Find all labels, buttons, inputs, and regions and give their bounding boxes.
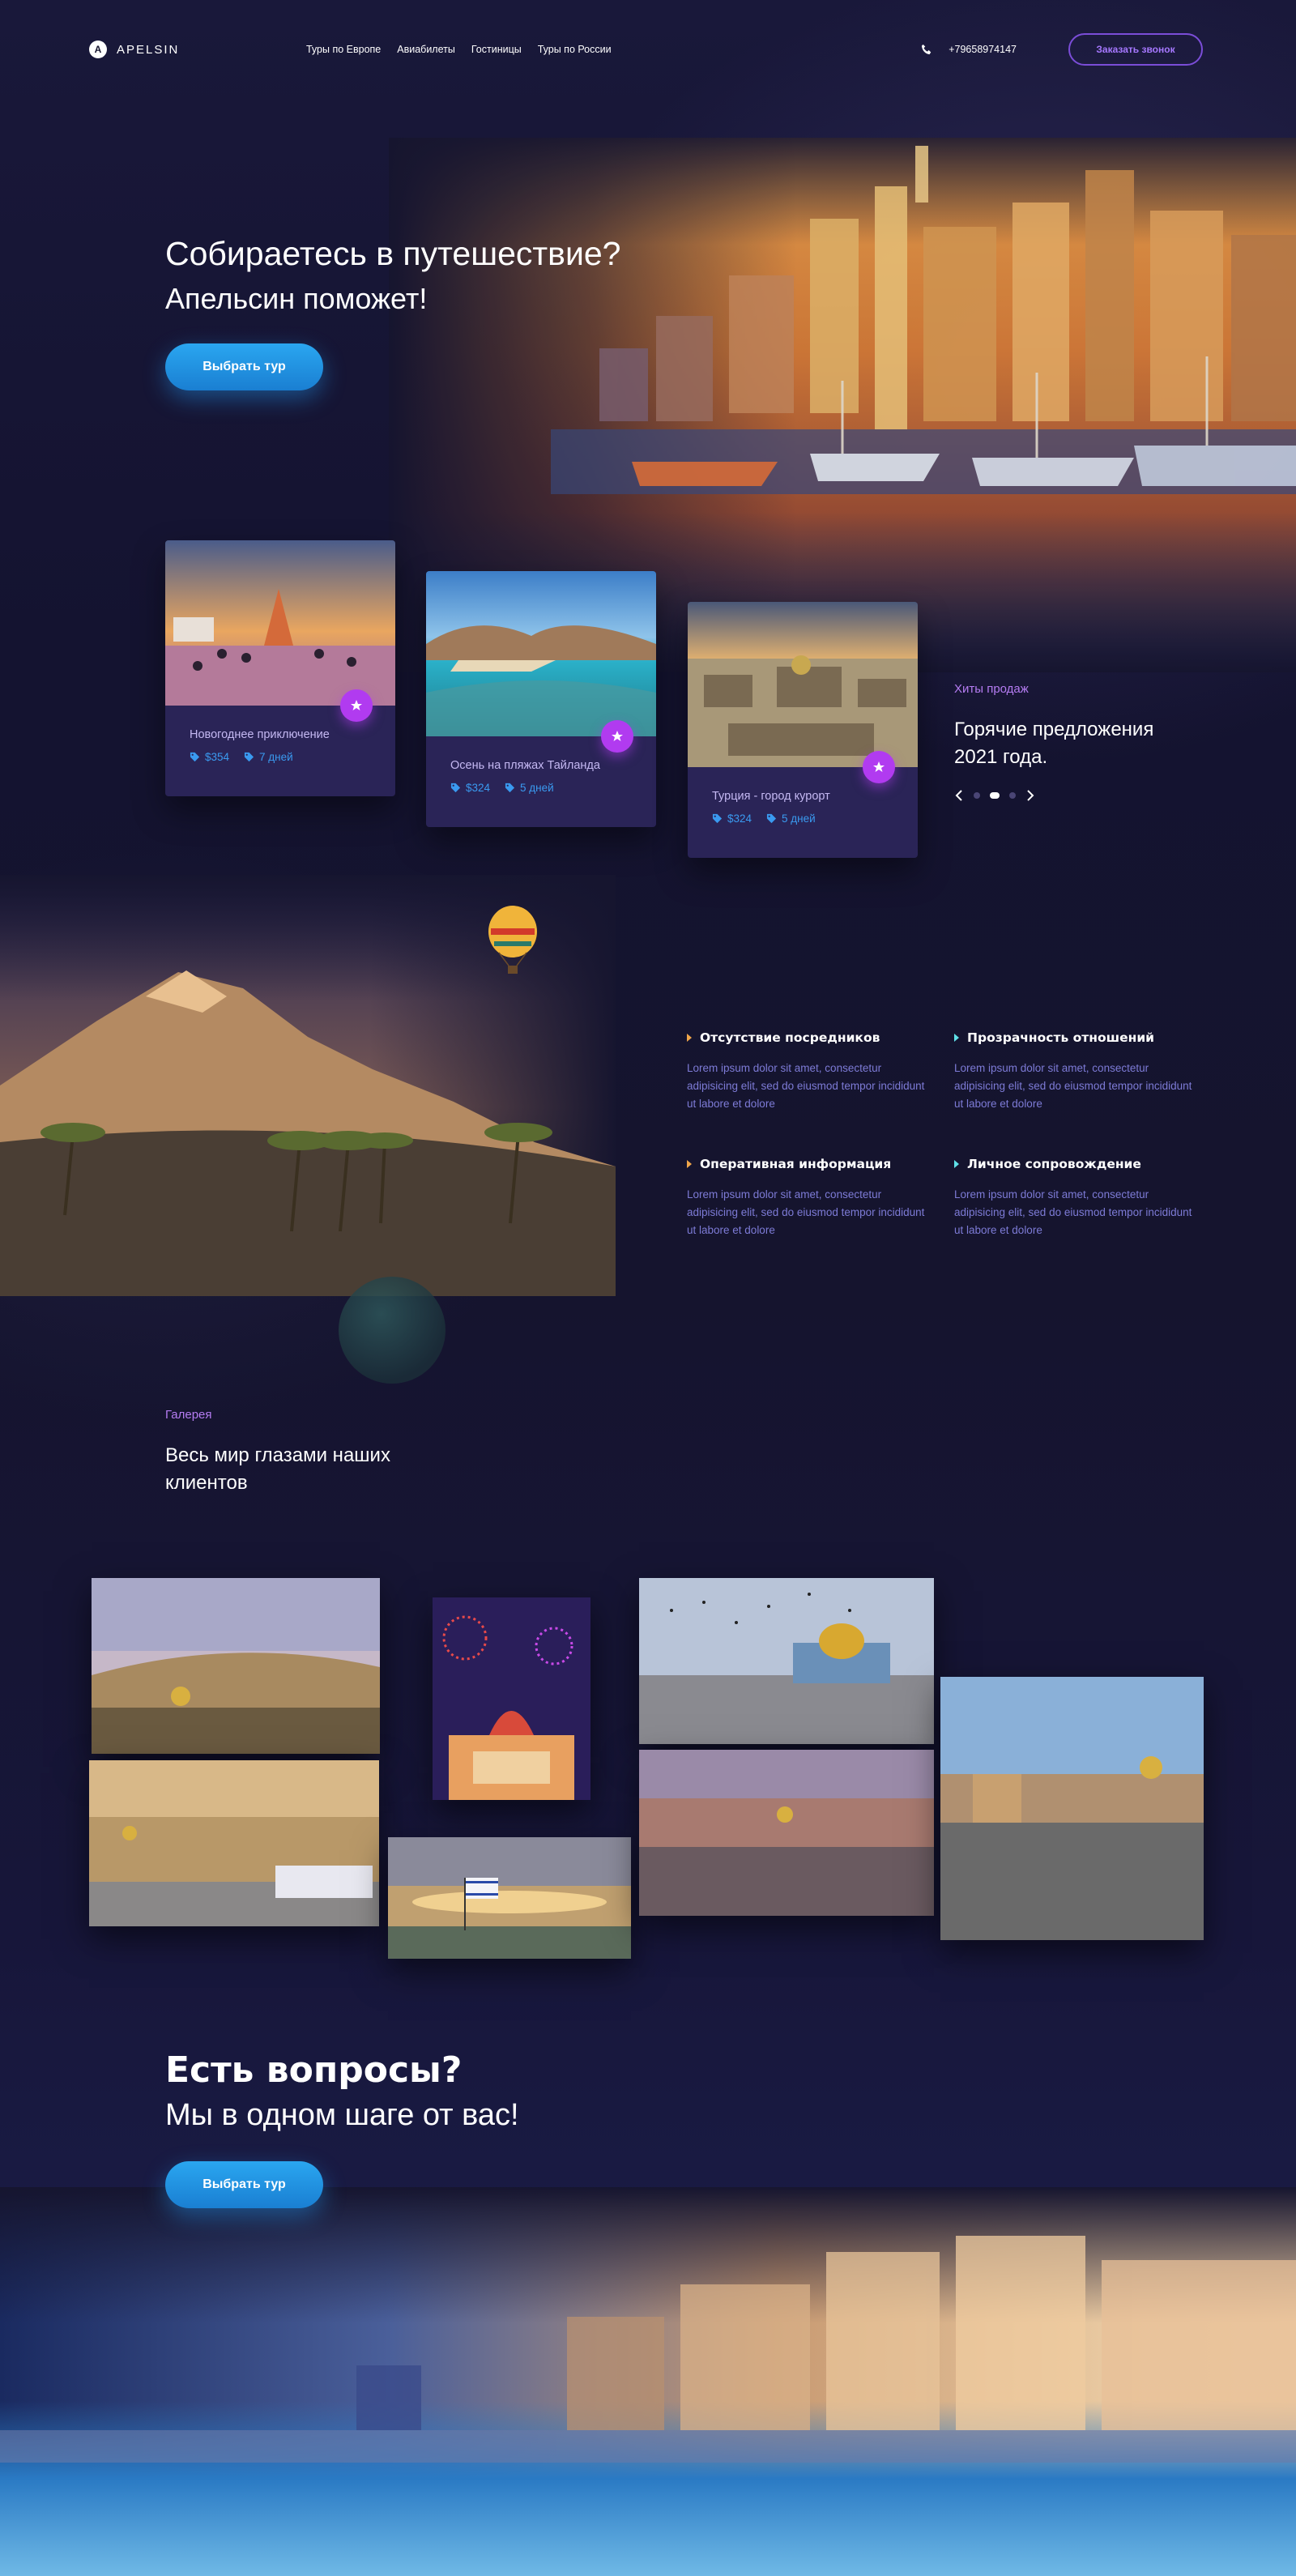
tour-price-value: $324 [727,812,752,825]
nav-item-russia[interactable]: Туры по России [538,44,612,55]
nav-item-hotels[interactable]: Гостиницы [471,44,522,55]
feature-text: Lorem ipsum dolor sit amet, consectetur … [954,1188,1192,1236]
chevron-left-icon[interactable] [954,790,964,801]
tour-title: Новогоднее приключение [190,728,330,741]
tag-icon [505,783,515,793]
feature-text: Lorem ipsum dolor sit amet, consectetur … [687,1062,925,1110]
star-icon [612,731,623,741]
tour-duration-value: 5 дней [520,782,554,794]
carousel-controls [954,790,1035,801]
hits-label: Хиты продаж [954,682,1029,696]
tour-price-value: $324 [466,782,491,794]
gallery-photo[interactable] [940,1677,1204,1940]
tour-meta: $324 5 дней [450,782,554,794]
star-icon [351,700,362,710]
gallery-photo[interactable] [433,1597,590,1800]
tour-duration-value: 5 дней [782,812,816,825]
feature-title-text: Личное сопровождение [967,1157,1141,1171]
gallery-label: Галерея [165,1408,212,1422]
tour-duration: 7 дней [244,751,293,763]
page: A APELSIN Туры по Европе Авиабилеты Гост… [0,0,1296,2576]
logo-text: APELSIN [117,42,180,57]
nav-item-flights[interactable]: Авиабилеты [397,44,455,55]
tour-meta: $354 7 дней [190,751,293,763]
feature-item: Личное сопровождение Lorem ipsum dolor s… [954,1157,1197,1239]
logo-mark-icon: A [89,41,107,58]
feature-item: Оперативная информация Lorem ipsum dolor… [687,1157,930,1239]
contact-subtitle: Мы в одном шаге от вас! [165,2098,519,2132]
gallery-photo[interactable] [92,1578,380,1754]
feature-title: Оперативная информация [687,1157,930,1171]
hot-air-balloon-icon [488,906,537,974]
favorite-star-button[interactable] [601,720,633,753]
tour-card-image [426,571,656,736]
tour-card[interactable]: Турция - город курорт $324 5 дней [688,602,918,858]
tour-meta: $324 5 дней [712,812,816,825]
hero-title: Собираетесь в путешествие? [165,235,621,272]
carousel-dot-active[interactable] [990,792,1000,799]
tour-duration-value: 7 дней [259,751,293,763]
carousel-dot[interactable] [974,792,980,799]
feature-title-text: Прозрачность отношений [967,1030,1155,1045]
hero-subtitle: Апельсин поможет! [165,282,428,315]
tour-card[interactable]: Новогоднее приключение $354 7 дней [165,540,395,796]
gallery-photo[interactable] [639,1750,934,1916]
tour-duration: 5 дней [766,812,816,825]
gallery-photo[interactable] [89,1760,379,1926]
feature-item: Прозрачность отношений Lorem ipsum dolor… [954,1030,1197,1113]
feature-text: Lorem ipsum dolor sit amet, consectetur … [954,1062,1192,1110]
bullet-icon [687,1034,692,1042]
chevron-right-icon[interactable] [1025,790,1035,801]
bullet-icon [954,1160,959,1168]
feature-text: Lorem ipsum dolor sit amet, consectetur … [687,1188,925,1236]
gallery-title: Весь мир глазами наших клиентов [165,1444,390,1494]
site-header: A APELSIN Туры по Европе Авиабилеты Гост… [89,32,1203,66]
gallery-photo[interactable] [639,1578,934,1744]
favorite-star-button[interactable] [340,689,373,722]
carousel-dot[interactable] [1009,792,1016,799]
tour-card-image [165,540,395,706]
star-icon [873,761,885,772]
logo[interactable]: A APELSIN [89,41,179,58]
phone-icon [922,44,932,55]
phone-contact[interactable]: +79658974147 [921,44,1017,55]
tour-title: Турция - город курорт [712,790,830,803]
tag-icon [244,752,254,762]
feature-title: Прозрачность отношений [954,1030,1197,1045]
tour-price: $324 [712,812,752,825]
tour-price: $324 [450,782,490,794]
tag-icon [450,783,461,793]
hits-title: Горячие предложения 2021 года. [954,719,1154,768]
choose-tour-button-bottom[interactable]: Выбрать тур [165,2161,323,2208]
tour-duration: 5 дней [505,782,554,794]
tour-price: $354 [190,751,229,763]
request-call-button[interactable]: Заказать звонок [1068,33,1203,66]
bottom-city-image [0,2187,1296,2576]
nav-item-europe[interactable]: Туры по Европе [306,44,381,55]
feature-title-text: Отсутствие посредников [700,1030,880,1045]
tag-icon [190,752,200,762]
feature-title: Отсутствие посредников [687,1030,930,1045]
main-nav: Туры по Европе Авиабилеты Гостиницы Туры… [306,44,612,55]
tour-price-value: $354 [205,751,230,763]
choose-tour-button[interactable]: Выбрать тур [165,343,323,390]
feature-item: Отсутствие посредников Lorem ipsum dolor… [687,1030,930,1113]
bullet-icon [687,1160,692,1168]
contact-title: Есть вопросы? [165,2049,463,2091]
bullet-icon [954,1034,959,1042]
favorite-star-button[interactable] [863,751,895,783]
planet-decoration [339,1277,446,1384]
phone-number: +79658974147 [949,44,1017,55]
tour-title: Осень на пляжах Тайланда [450,759,600,772]
tour-card-image [688,602,918,767]
feature-title-text: Оперативная информация [700,1157,892,1171]
tag-icon [766,813,777,824]
gallery-photo[interactable] [388,1837,631,1959]
feature-title: Личное сопровождение [954,1157,1197,1171]
tag-icon [712,813,723,824]
tour-card[interactable]: Осень на пляжах Тайланда $324 5 дней [426,571,656,827]
